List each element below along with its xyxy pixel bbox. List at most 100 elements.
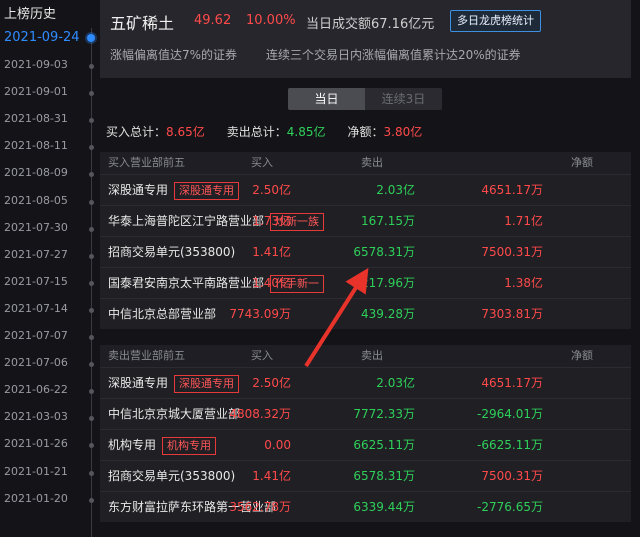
timeline-dot-icon [89,145,94,151]
col-header-buy-branches: 买入营业部前五 [108,156,185,169]
table-row[interactable]: 东方财富拉萨东环路第一营业部 3562.78万 6339.44万 -2776.65万 [100,491,631,522]
table-row[interactable]: 深股通专用 深股通专用 2.50亿 2.03亿 4651.17万 [100,367,631,398]
timeline-dot-icon [89,389,94,395]
buy-total-value: 8.65亿 [166,125,205,139]
timeline-date-item[interactable]: 2021-08-05 [4,194,68,207]
net-amount: -6625.11万 [477,438,543,452]
tab-three-days[interactable]: 连续3日 [365,88,442,110]
net-amount: 7500.31万 [481,245,543,259]
timeline-date-item[interactable]: 2021-07-06 [4,356,68,369]
timeline-date-item[interactable]: 2021-08-31 [4,112,68,125]
sell-top5-table: 卖出营业部前五 买入 卖出 净额 深股通专用 深股通专用 2.50亿 2.03亿 465… [100,345,631,522]
sell-total-label: 卖出总计： [226,125,287,139]
sell-amount: 7772.33万 [353,407,415,421]
net-amount: 7303.81万 [481,307,543,321]
sell-total-value: 4.85亿 [286,125,326,139]
timeline-date-item[interactable]: 2021-03-03 [4,410,68,423]
col-header-buy: 买入 [251,349,273,362]
timeline-dot-icon [89,64,94,69]
table-row[interactable]: 国泰君安南京太平南路营业部 作手新一 1.40亿 217.96万 1.38亿 [100,267,631,298]
stock-name: 五矿稀土 [110,14,175,33]
timeline-dot-icon [89,416,94,422]
net-amount: 1.71亿 [504,214,543,228]
timeline-dot-icon [89,172,94,178]
timeline-date-item[interactable]: 2021-07-30 [4,221,68,234]
col-header-buy: 买入 [251,156,273,169]
table-row[interactable]: 招商交易单元(353800) 1.41亿 6578.31万 7500.31万 [100,236,631,267]
timeline-dot-icon [89,362,94,368]
listing-reason-1: 涨幅偏离值达7%的证券 [110,48,238,62]
col-header-sell: 卖出 [361,156,383,169]
sell-amount: 6625.11万 [353,438,415,452]
col-header-net: 净额 [571,349,593,362]
buy-amount: 1.73亿 [252,214,291,228]
multi-day-stats-button[interactable]: 多日龙虎榜统计 [450,10,541,32]
listing-reason-2: 连续三个交易日内涨幅偏离值累计达20%的证券 [266,48,521,62]
timeline-date-item[interactable]: 2021-08-11 [4,139,68,152]
totals-summary: 买入总计：8.65亿 卖出总计：4.85亿 净额：3.80亿 [106,123,422,140]
sell-amount: 6339.44万 [353,500,415,514]
timeline-dot-icon [89,497,94,503]
timeline-date-item[interactable]: 2021-01-21 [4,465,68,478]
branch-name-text: 深股通专用 [108,376,169,390]
timeline-date-item[interactable]: 2021-09-24 [4,30,80,45]
branch-name-text: 深股通专用 [108,183,169,197]
timeline-dot-icon [89,470,94,476]
col-header-sell-branches: 卖出营业部前五 [108,349,185,362]
table-header: 买入营业部前五 买入 卖出 净额 [100,152,631,174]
net-amount: 4651.17万 [481,183,543,197]
turnover-text: 当日成交额67.16亿元 [306,17,435,32]
timeline-date-item[interactable]: 2021-07-14 [4,302,68,315]
timeline-dot-icon [89,335,94,340]
timeline-date-item[interactable]: 2021-09-01 [4,85,68,98]
net-amount: 1.38亿 [504,276,543,290]
sell-amount: 2.03亿 [376,376,415,390]
timeline-title: 上榜历史 [4,7,57,22]
sell-amount: 167.15万 [361,214,415,228]
table-row[interactable]: 中信北京总部营业部 7743.09万 439.28万 7303.81万 [100,298,631,329]
branch-name-text: 中信北京总部营业部 [108,307,217,321]
timeline-date-item[interactable]: 2021-07-15 [4,275,68,288]
buy-amount: 4808.32万 [229,407,291,421]
table-row[interactable]: 深股通专用 深股通专用 2.50亿 2.03亿 4651.17万 [100,174,631,205]
net-total-label: 净额： [347,125,384,139]
timeline-date-item[interactable]: 2021-06-22 [4,383,68,396]
buy-top5-table: 买入营业部前五 买入 卖出 净额 深股通专用 深股通专用 2.50亿 2.03亿 465… [100,152,631,329]
table-row[interactable]: 中信北京京城大厦营业部 4808.32万 7772.33万 -2964.01万 [100,398,631,429]
buy-amount: 3562.78万 [229,500,291,514]
net-amount: 7500.31万 [481,469,543,483]
table-row[interactable]: 机构专用 机构专用 0.00 6625.11万 -6625.11万 [100,429,631,460]
timeline-dot-icon [89,443,94,449]
timeline-dot-icon [89,253,94,259]
table-row[interactable]: 招商交易单元(353800) 1.41亿 6578.31万 7500.31万 [100,460,631,491]
buy-amount: 1.41亿 [252,469,291,483]
branch-name-text: 机构专用 [108,438,157,452]
tab-current-day[interactable]: 当日 [288,88,365,110]
timeline-date-item[interactable]: 2021-01-20 [4,492,68,505]
timeline-date-item[interactable]: 2021-09-03 [4,58,68,71]
timeline-date-item[interactable]: 2021-07-27 [4,248,68,261]
buy-total-label: 买入总计： [106,125,167,139]
buy-amount: 2.50亿 [252,183,291,197]
sell-amount: 439.28万 [361,307,415,321]
stock-price: 49.62 [194,13,232,28]
buy-amount: 2.50亿 [252,376,291,390]
stock-header: 五矿稀土 49.62 10.00% 当日成交额67.16亿元 多日龙虎榜统计 涨… [100,0,631,78]
net-amount: 4651.17万 [481,376,543,390]
buy-amount: 7743.09万 [229,307,291,321]
table-row[interactable]: 华泰上海普陀区江宁路营业部 炒新一族 1.73亿 167.15万 1.71亿 [100,205,631,236]
buy-amount: 0.00 [264,438,291,452]
branch-name: 机构专用 机构专用 [108,430,217,460]
timeline-date-item[interactable]: 2021-01-26 [4,437,68,450]
sell-amount: 2.03亿 [376,183,415,197]
sell-amount: 6578.31万 [353,245,415,259]
timeline-date-item[interactable]: 2021-07-07 [4,329,68,342]
col-header-net: 净额 [571,156,593,169]
table-header: 卖出营业部前五 买入 卖出 净额 [100,345,631,367]
net-amount: -2776.65万 [477,500,543,514]
buy-amount: 1.41亿 [252,245,291,259]
timeline-dot-icon [89,118,94,124]
timeline-date-item[interactable]: 2021-08-09 [4,166,68,179]
sell-amount: 217.96万 [361,276,415,290]
timeline-dot-icon [87,34,95,42]
